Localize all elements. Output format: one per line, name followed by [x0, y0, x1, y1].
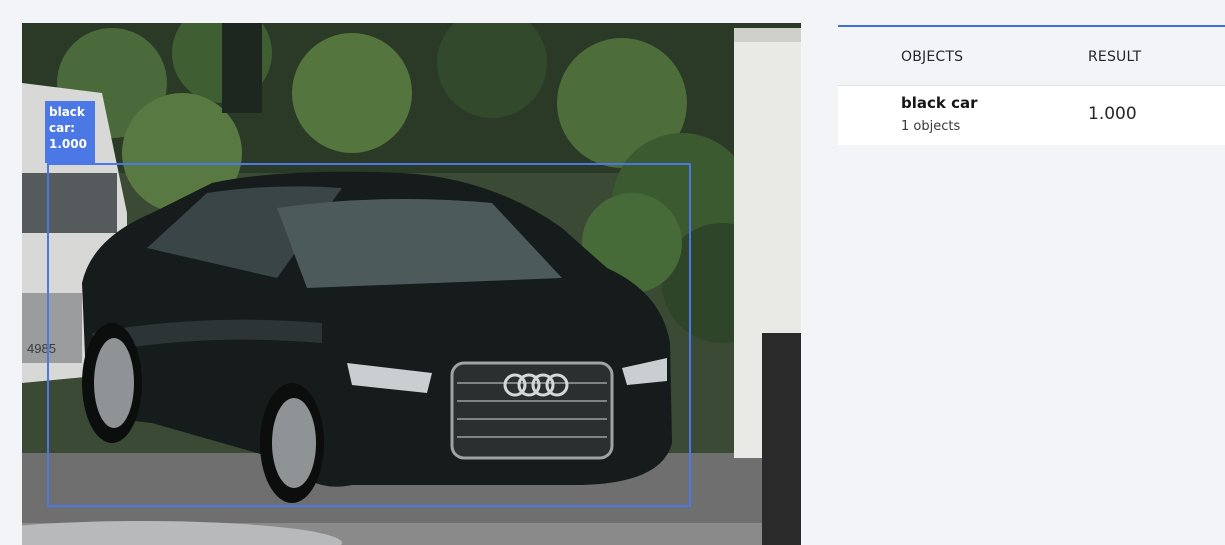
object-name: black car: [901, 94, 978, 112]
detection-label-line-1: black: [49, 105, 85, 119]
detection-bounding-box: [47, 163, 691, 507]
results-table: OBJECTS RESULT black car 1 objects 1.000: [838, 25, 1225, 145]
results-table-header: OBJECTS RESULT: [838, 27, 1225, 86]
objects-column-header: OBJECTS: [901, 49, 964, 65]
result-column-header: RESULT: [1088, 49, 1142, 65]
detection-label-line-2: car:: [49, 121, 75, 135]
detection-label-line-3: 1.000: [49, 137, 87, 151]
table-row[interactable]: black car 1 objects 1.000: [838, 86, 1225, 145]
detection-image-panel: 4985 black car: 1.000: [22, 23, 801, 545]
detection-label: black car: 1.000: [45, 101, 95, 163]
object-score: 1.000: [1088, 104, 1137, 124]
object-count: 1 objects: [901, 119, 961, 134]
